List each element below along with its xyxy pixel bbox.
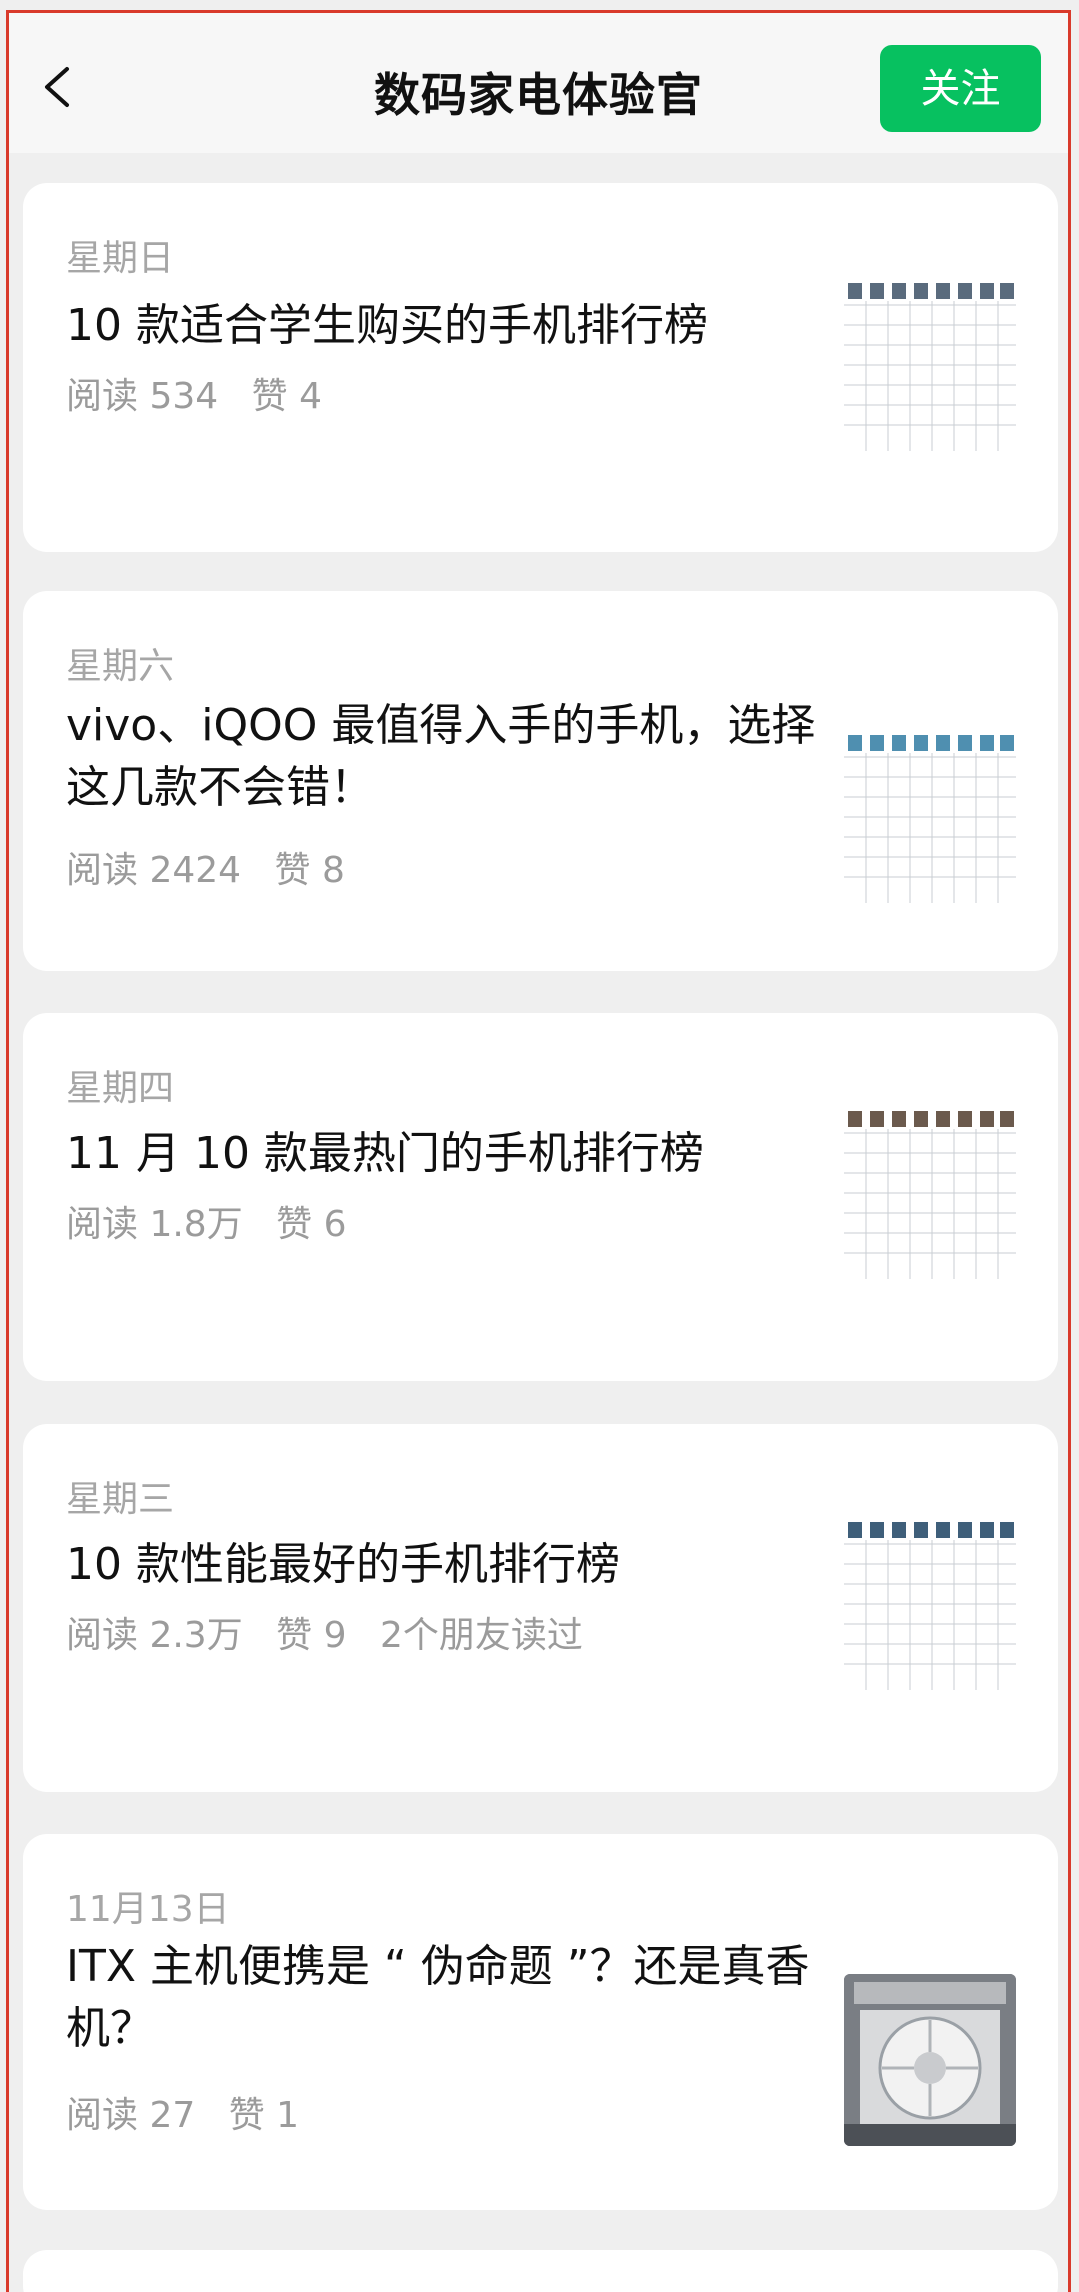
article-date: 星期三: [66, 1479, 175, 1520]
friends-read: 2个朋友读过: [379, 1615, 583, 1656]
article-date: 11月13日: [66, 1889, 230, 1930]
table-thumbnail-graphic: [844, 733, 1016, 905]
article-meta: 阅读 2.3万 赞 9 2个朋友读过: [66, 1606, 605, 1658]
read-count: 阅读 27: [66, 2095, 196, 2136]
like-count: 赞 9: [276, 1615, 347, 1656]
article-thumbnail[interactable]: [844, 733, 1016, 905]
like-count: 赞 8: [274, 850, 345, 891]
article-meta: 阅读 1.8万 赞 6: [66, 1195, 369, 1247]
table-thumbnail-graphic: [844, 1520, 1016, 1692]
like-count: 赞 6: [276, 1204, 347, 1245]
read-count: 阅读 1.8万: [66, 1204, 243, 1245]
follow-button[interactable]: 关注: [880, 45, 1041, 132]
header: 数码家电体验官 关注: [9, 13, 1068, 153]
article-card[interactable]: 星期日 10 款适合学生购买的手机排行榜 阅读 534 赞 4: [23, 183, 1058, 552]
article-card[interactable]: 星期四 11 月 10 款最热门的手机排行榜 阅读 1.8万 赞 6: [23, 1013, 1058, 1381]
article-date: 星期四: [66, 1068, 175, 1109]
article-card[interactable]: 11月13日 ITX 主机便携是 “ 伪命题 ”？还是真香机？ 阅读 27 赞 …: [23, 1834, 1058, 2210]
article-title[interactable]: ITX 主机便携是 “ 伪命题 ”？还是真香机？: [66, 1936, 826, 2060]
like-count: 赞 1: [228, 2095, 300, 2136]
article-thumbnail[interactable]: [844, 1109, 1016, 1281]
table-thumbnail-graphic: [844, 1109, 1016, 1281]
article-meta: 阅读 534 赞 4: [66, 367, 344, 419]
article-card-partial: [23, 2250, 1058, 2292]
like-count: 赞 4: [251, 376, 322, 417]
article-title[interactable]: 11 月 10 款最热门的手机排行榜: [66, 1123, 826, 1185]
article-card[interactable]: 星期六 vivo、iQOO 最值得入手的手机，选择这几款不会错！ 阅读 2424…: [23, 591, 1058, 971]
article-title[interactable]: vivo、iQOO 最值得入手的手机，选择这几款不会错！: [66, 695, 826, 819]
article-thumbnail[interactable]: [844, 281, 1016, 453]
read-count: 阅读 2424: [66, 850, 242, 891]
app-frame: 数码家电体验官 关注 星期日 10 款适合学生购买的手机排行榜 阅读 534 赞…: [6, 10, 1071, 2292]
article-thumbnail[interactable]: [844, 1520, 1016, 1692]
table-thumbnail-graphic: [844, 281, 1016, 453]
article-meta: 阅读 2424 赞 8: [66, 841, 367, 893]
article-meta: 阅读 27 赞 1: [66, 2086, 321, 2138]
article-thumbnail[interactable]: [844, 1974, 1016, 2146]
article-title[interactable]: 10 款适合学生购买的手机排行榜: [66, 295, 826, 357]
read-count: 阅读 2.3万: [66, 1615, 243, 1656]
article-date: 星期日: [66, 238, 175, 279]
pc-cooler-photo: [844, 1974, 1016, 2146]
article-title[interactable]: 10 款性能最好的手机排行榜: [66, 1534, 826, 1596]
read-count: 阅读 534: [66, 376, 219, 417]
article-date: 星期六: [66, 646, 175, 687]
article-card[interactable]: 星期三 10 款性能最好的手机排行榜 阅读 2.3万 赞 9 2个朋友读过: [23, 1424, 1058, 1792]
